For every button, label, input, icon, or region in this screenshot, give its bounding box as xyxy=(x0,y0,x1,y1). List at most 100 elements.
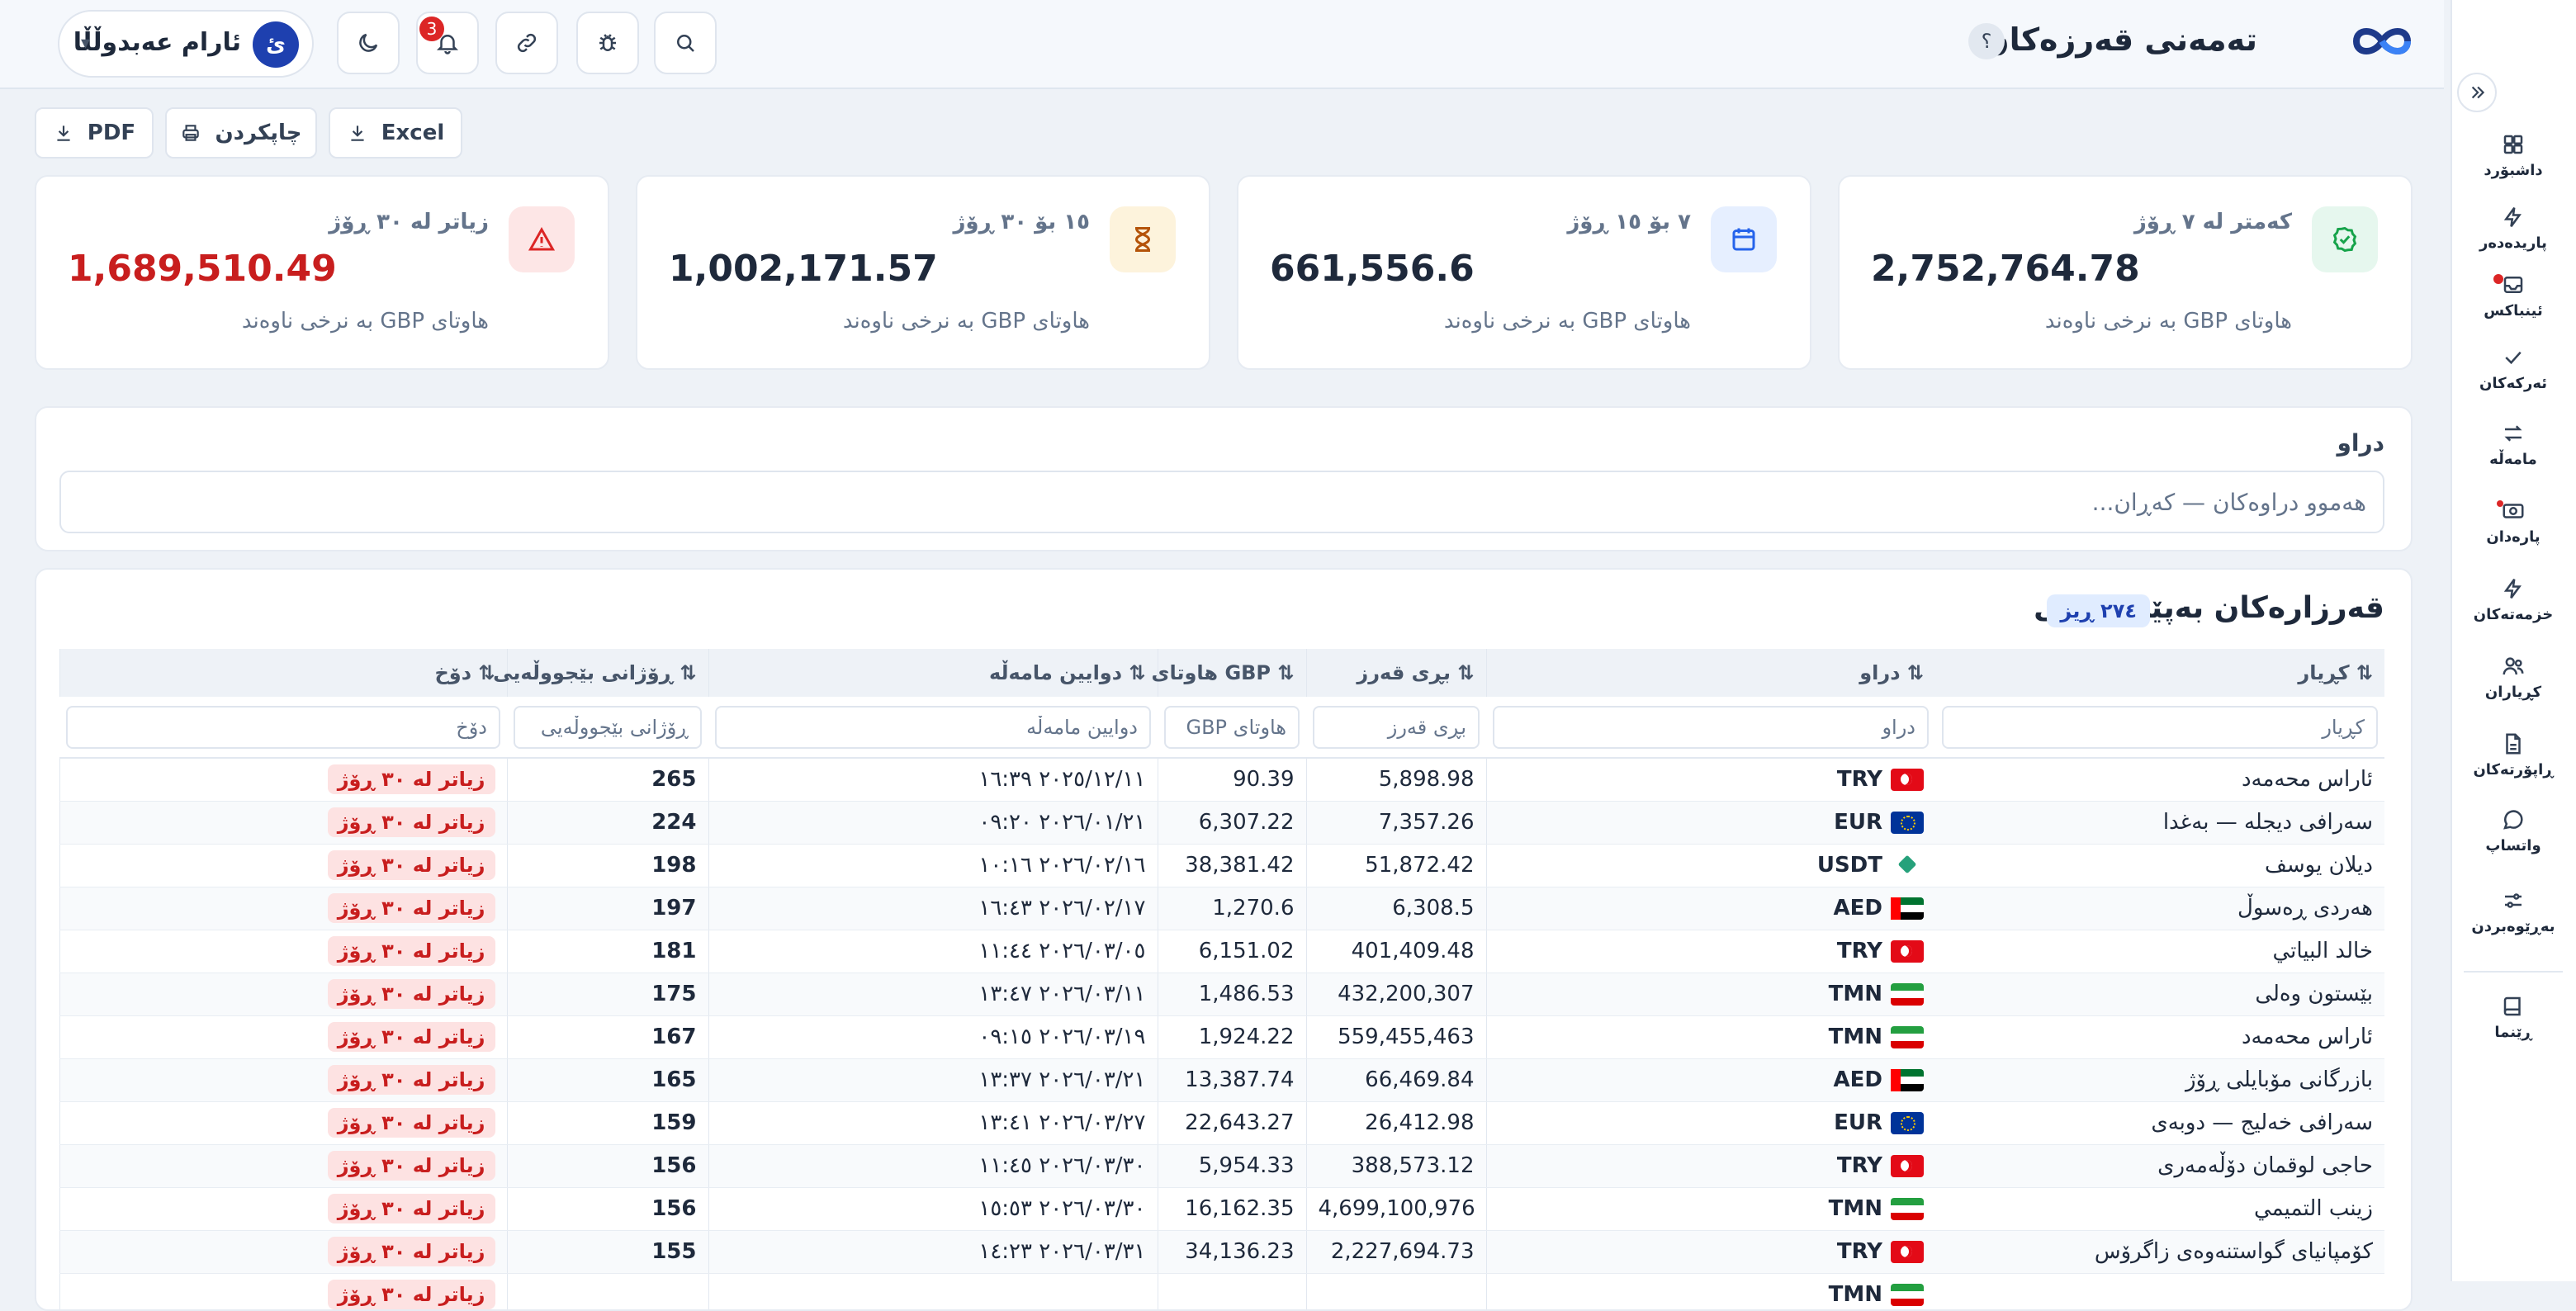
idle-days-cell: 181 xyxy=(506,930,708,973)
currency-cell: TRY xyxy=(1485,1144,1935,1188)
customer-cell: دیلان یوسف xyxy=(1935,844,2384,887)
sidebar-divider xyxy=(2464,971,2563,973)
table-row[interactable]: بێستون وەلی TMN 432,200,307 1,486.53 ٢٠٢٦/٠٣… xyxy=(59,973,2384,1016)
sidebar-item-whatsapp[interactable]: واتساپ xyxy=(2451,807,2576,873)
sidebar-item-management[interactable]: بەڕێوەبردن xyxy=(2451,888,2576,954)
sidebar-item-payments[interactable]: پارەدان xyxy=(2451,499,2576,565)
sidebar-item-services[interactable]: خزمەتەکان xyxy=(2451,576,2576,642)
stat-note: هاوتای GBP بە نرخی ناوەند xyxy=(2044,309,2292,334)
table-row[interactable]: زينب التميمي TMN 4,699,100,976 16,162.35 ٢٠٢… xyxy=(59,1187,2384,1231)
sidebar-item-guide[interactable]: ڕێنما xyxy=(2451,994,2576,1060)
help-button[interactable]: ؟ xyxy=(1968,23,2005,59)
currency-cell: EUR xyxy=(1485,1101,1935,1145)
sidebar-item-customers[interactable]: کڕیاران xyxy=(2451,654,2576,720)
column-header-amount[interactable]: ⇅ بڕی قەرز xyxy=(1305,649,1486,697)
export-pdf-button[interactable]: PDF xyxy=(35,107,154,159)
column-header-customer[interactable]: ⇅ کڕیار xyxy=(1935,649,2384,697)
stat-card-over-30-days: زیاتر لە ٣٠ ڕۆژ 1,689,510.49 هاوتای GBP … xyxy=(35,175,609,370)
column-header-status[interactable]: ⇅ دۆخ xyxy=(59,649,507,697)
stat-label: کەمتر لە ٧ ڕۆژ xyxy=(2133,210,2292,234)
table-row[interactable]: بازرگانی مۆبایلی ڕۆژ AED 66,469.84 13,387.7… xyxy=(59,1058,2384,1102)
stat-value: 1,002,171.57 xyxy=(669,248,938,290)
sidebar-item-tasks[interactable]: ئەرکەکان xyxy=(2451,345,2576,411)
table-body: ئاراس محەمەد TRY 5,898.98 90.39 ٢٠٢٥/١٢/١١ ١… xyxy=(59,758,2384,1309)
amount-cell xyxy=(1305,1273,1486,1309)
check-circle-icon xyxy=(2312,206,2378,272)
user-menu[interactable]: ئ ئارام عەبدوڵڵا ▾ xyxy=(58,10,314,78)
customer-cell: هەردی ڕەسوڵ xyxy=(1935,887,2384,930)
customer-name: سەرافی دیجلە — بەغدا xyxy=(2162,810,2373,835)
gbp-cell: 1,270.6 xyxy=(1157,887,1306,930)
sidebar-item-assistant[interactable]: پاریدەدەر xyxy=(2451,205,2576,271)
table-row[interactable]: سەرافی خەلیج — دوبەی EUR 26,412.98 22,643.2… xyxy=(59,1101,2384,1145)
gbp-cell: 34,136.23 xyxy=(1157,1230,1306,1274)
stat-card-under-7-days: کەمتر لە ٧ ڕۆژ 2,752,764.78 هاوتای GBP ب… xyxy=(1838,175,2413,370)
gbp-cell: 6,307.22 xyxy=(1157,801,1306,845)
currency-code: TRY xyxy=(1836,1153,1882,1178)
gbp-filter-input[interactable] xyxy=(1164,705,1300,749)
column-header-idle-days[interactable]: ⇅ ڕۆژانی بێجووڵەیی xyxy=(493,649,708,697)
table-row[interactable]: ئاراس محەمەد TMN 559,455,463 1,924.22 ٢٠٢٦/٠… xyxy=(59,1015,2384,1059)
customer-name: زينب التميمي xyxy=(2253,1196,2373,1221)
customer-name: حاجی لوقمان دۆڵەمەری xyxy=(2157,1153,2373,1178)
table-row[interactable]: ئاراس محەمەد TRY 5,898.98 90.39 ٢٠٢٥/١٢/١١ ١… xyxy=(59,758,2384,802)
status-badge: زیاتر لە ٣٠ ڕۆژ xyxy=(327,1022,495,1052)
sliders-icon xyxy=(2505,893,2522,908)
bug-icon xyxy=(599,34,616,51)
link-button[interactable] xyxy=(495,12,558,74)
column-header-last-transaction[interactable]: ⇅ دوایین مامەڵە xyxy=(708,649,1158,697)
customer-cell: خالد البياتي xyxy=(1935,930,2384,973)
status-filter-input[interactable] xyxy=(66,705,500,749)
status-cell: زیاتر لە ٣٠ ڕۆژ xyxy=(59,973,507,1016)
search-button[interactable] xyxy=(654,12,717,74)
amount-filter-input[interactable] xyxy=(1313,705,1480,749)
column-header-currency[interactable]: ⇅ دراو xyxy=(1485,649,1935,697)
last-transaction-filter-input[interactable] xyxy=(715,705,1151,749)
currency-filter-select[interactable]: هەموو دراوەکان — کەڕان... xyxy=(59,471,2384,533)
gbp-cell: 38,381.42 xyxy=(1157,844,1306,887)
currency-cell: TMN xyxy=(1485,973,1935,1016)
table-row[interactable]: خالد البياتي TRY 401,409.48 6,151.02 ٢٠٢٦/٠٣… xyxy=(59,930,2384,973)
status-cell: زیاتر لە ٣٠ ڕۆژ xyxy=(59,844,507,887)
last-transaction-cell: ٢٠٢٦/٠٣/١١ ١٣:٤٧ xyxy=(708,973,1158,1016)
debtors-table-card: قەرزارەکان بەپێی کۆنی ٢٧٤ ڕیز ⇅ کڕیار ⇅ … xyxy=(35,568,2413,1311)
sidebar-item-inbox[interactable]: ئینباکس xyxy=(2451,272,2576,338)
currency-code: TMN xyxy=(1828,982,1882,1006)
export-excel-button[interactable]: Excel xyxy=(329,107,462,159)
last-transaction-cell: ٢٠٢٦/٠٢/١٧ ١٦:٤٣ xyxy=(708,887,1158,930)
status-badge: زیاتر لە ٣٠ ڕۆژ xyxy=(327,1108,495,1138)
theme-toggle-button[interactable] xyxy=(337,12,400,74)
page-title: تەمەنی قەرزەکان xyxy=(1982,21,2257,58)
stat-value: 661,556.6 xyxy=(1270,248,1475,290)
table-row[interactable]: کۆمپانیای گواستنەوەی زاگرۆس TRY 2,227,694.… xyxy=(59,1230,2384,1274)
table-row[interactable]: TMN زیاتر لە ٣٠ ڕۆژ xyxy=(59,1273,2384,1309)
column-header-gbp[interactable]: ⇅ GBP هاوتای xyxy=(1151,649,1306,697)
sidebar-item-transactions[interactable]: مامەڵە xyxy=(2451,421,2576,487)
customer-name: کۆمپانیای گواستنەوەی زاگرۆس xyxy=(2094,1239,2373,1264)
idle-days-filter-input[interactable] xyxy=(514,705,702,749)
swap-icon xyxy=(2504,425,2522,442)
status-badge: زیاتر لە ٣٠ ڕۆژ xyxy=(327,1237,495,1266)
table-row[interactable]: دیلان یوسف USDT 51,872.42 38,381.42 ٢٠٢٦/٠٢/… xyxy=(59,844,2384,887)
table-row[interactable]: حاجی لوقمان دۆڵەمەری TRY 388,573.12 5,954.3… xyxy=(59,1144,2384,1188)
currency-filter-input[interactable] xyxy=(1493,705,1929,749)
customer-filter-input[interactable] xyxy=(1942,705,2378,749)
flag-icon xyxy=(1891,768,1924,791)
table-row[interactable]: سەرافی دیجلە — بەغدا EUR 7,357.26 6,307.22 ٢… xyxy=(59,801,2384,845)
bug-report-button[interactable] xyxy=(576,12,639,74)
app-logo[interactable] xyxy=(2350,20,2414,63)
notifications-button[interactable]: 3 xyxy=(416,12,479,74)
print-button[interactable]: چاپکردن xyxy=(165,107,317,159)
sidebar-item-dashboard[interactable]: داشبۆرد xyxy=(2451,132,2576,198)
flag-icon xyxy=(1891,939,1924,963)
chevron-down-icon: ▾ xyxy=(81,33,91,54)
sidebar-item-reports[interactable]: ڕاپۆرتەکان xyxy=(2451,731,2576,797)
table-row[interactable]: هەردی ڕەسوڵ AED 6,308.5 1,270.6 ٢٠٢٦/٠٢/١٧ ١… xyxy=(59,887,2384,930)
sidebar: داشبۆرد پاریدەدەر ئینباکس ئەرکەکان مامەڵ… xyxy=(2451,0,2576,1281)
flag-icon xyxy=(1891,1111,1924,1134)
idle-days-cell: 156 xyxy=(506,1187,708,1231)
gbp-cell: 90.39 xyxy=(1157,758,1306,802)
sidebar-collapse-button[interactable] xyxy=(2457,73,2497,112)
stat-note: هاوتای GBP بە نرخی ناوەند xyxy=(1443,309,1691,334)
customer-name: ئاراس محەمەد xyxy=(2241,1025,2373,1049)
